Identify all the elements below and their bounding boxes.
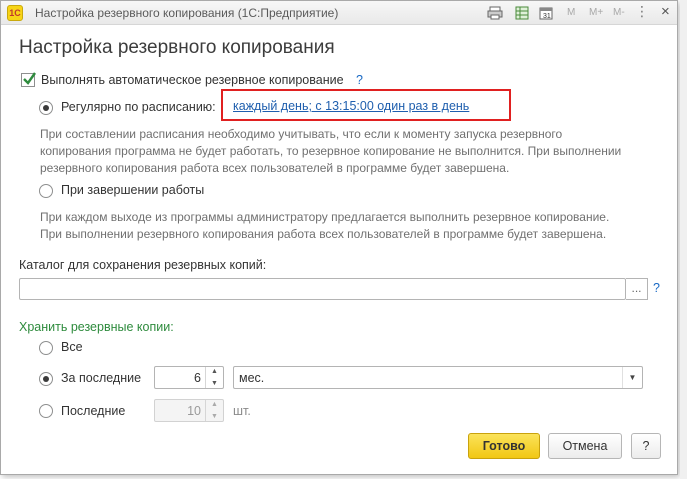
svg-text:31: 31	[543, 13, 551, 20]
period-unit-select[interactable]: мес. ▼	[233, 366, 643, 389]
on-exit-label[interactable]: При завершении работы	[61, 183, 204, 197]
keep-last-period-label[interactable]: За последние	[61, 371, 141, 385]
table-icon[interactable]	[514, 5, 530, 21]
window-title: Настройка резервного копирования (1С:Пре…	[35, 6, 339, 20]
memory-minus-button[interactable]: M-	[613, 7, 625, 18]
spin-down-icon[interactable]: ▼	[211, 413, 218, 420]
close-icon[interactable]: ×	[661, 3, 670, 20]
copies-count-spin[interactable]: ▲ ▼	[205, 400, 223, 421]
schedule-note-line: При составлении расписания необходимо уч…	[40, 127, 563, 141]
background-edge	[680, 0, 687, 479]
checkmark-icon	[23, 72, 36, 85]
keep-last-period-radio[interactable]	[39, 372, 53, 386]
spin-up-icon[interactable]: ▲	[211, 401, 218, 408]
memory-plus-button[interactable]: M+	[589, 7, 603, 18]
memory-m-button[interactable]: M	[567, 7, 575, 18]
keep-last-count-radio[interactable]	[39, 404, 53, 418]
spin-up-icon[interactable]: ▲	[211, 368, 218, 375]
schedule-link[interactable]: каждый день; с 13:15:00 один раз в день	[233, 99, 469, 113]
keep-section-label: Хранить резервные копии:	[19, 320, 174, 334]
period-count-value: 6	[194, 371, 201, 385]
chevron-down-icon[interactable]: ▼	[622, 367, 642, 388]
period-count-stepper[interactable]: 6 ▲ ▼	[154, 366, 224, 389]
schedule-note-line: копирования программа не будет работать,…	[40, 144, 622, 158]
copies-unit-label: шт.	[233, 404, 251, 418]
auto-backup-label[interactable]: Выполнять автоматическое резервное копир…	[41, 73, 344, 87]
on-exit-note-line: При выполнении резервного копирования ра…	[40, 227, 607, 241]
calendar-icon[interactable]: 31	[538, 5, 554, 21]
schedule-note-line: резервного копирования работа всех польз…	[40, 161, 510, 175]
print-icon[interactable]	[487, 5, 503, 21]
catalog-label: Каталог для сохранения резервных копий:	[19, 258, 267, 272]
app-logo: 1С	[7, 5, 23, 21]
keep-last-count-label[interactable]: Последние	[61, 404, 125, 418]
period-unit-value: мес.	[239, 371, 265, 385]
ok-button[interactable]: Готово	[468, 433, 540, 459]
period-count-spin[interactable]: ▲ ▼	[205, 367, 223, 388]
spin-down-icon[interactable]: ▼	[211, 380, 218, 387]
browse-button[interactable]: ...	[626, 278, 648, 300]
keep-all-label[interactable]: Все	[61, 340, 83, 354]
catalog-help-icon[interactable]: ?	[653, 281, 660, 295]
copies-count-value: 10	[187, 404, 201, 418]
cancel-button[interactable]: Отмена	[548, 433, 622, 459]
auto-backup-checkbox[interactable]	[21, 72, 36, 87]
auto-backup-help-icon[interactable]: ?	[356, 73, 363, 87]
schedule-radio[interactable]	[39, 101, 53, 115]
help-button[interactable]: ?	[631, 433, 661, 459]
catalog-input[interactable]	[19, 278, 626, 300]
on-exit-note-line: При каждом выходе из программы администр…	[40, 210, 610, 224]
on-exit-radio[interactable]	[39, 184, 53, 198]
keep-all-radio[interactable]	[39, 341, 53, 355]
copies-count-stepper[interactable]: 10 ▲ ▼	[154, 399, 224, 422]
schedule-label[interactable]: Регулярно по расписанию:	[61, 100, 216, 114]
backup-settings-window: 1С Настройка резервного копирования (1С:…	[0, 0, 678, 475]
page-title: Настройка резервного копирования	[19, 37, 335, 58]
title-bar: 1С Настройка резервного копирования (1С:…	[1, 1, 677, 25]
more-icon[interactable]: ⋮	[635, 3, 649, 20]
